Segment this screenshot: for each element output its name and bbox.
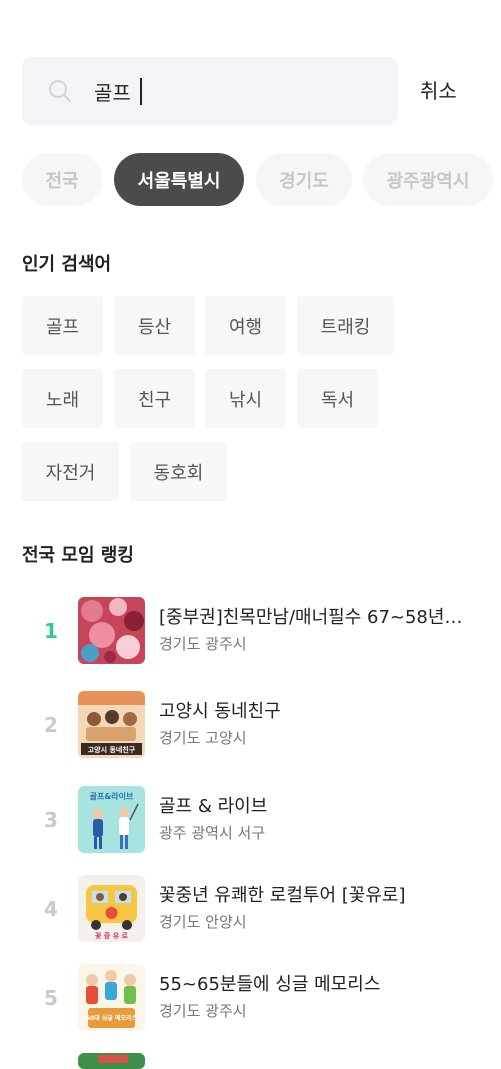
thumbnail-caption: 60대 싱글 메모리스 bbox=[86, 1014, 138, 1022]
rank-number: 2 bbox=[44, 713, 58, 737]
popular-search-title: 인기 검색어 bbox=[22, 254, 112, 275]
group-thumbnail bbox=[78, 597, 145, 664]
rank-number: 1 bbox=[44, 619, 58, 643]
region-chip-gwangju[interactable]: 광주광역시 bbox=[363, 153, 493, 206]
search-row: 취소 bbox=[22, 57, 482, 125]
ranking-item[interactable]: 3 골프&라이브 골프 & 라이브 광주 광역시 서구 bbox=[22, 786, 482, 854]
group-thumbnail: 60대 싱글 메모리스 bbox=[78, 964, 145, 1031]
search-icon bbox=[49, 80, 71, 102]
keyword-chip[interactable]: 여행 bbox=[205, 296, 286, 355]
search-box[interactable] bbox=[22, 57, 398, 125]
rank-number: 5 bbox=[44, 986, 58, 1010]
rank-number: 3 bbox=[44, 808, 58, 832]
ranking-item-title: 고양시 동네친구 bbox=[159, 701, 281, 722]
keyword-chip[interactable]: 독서 bbox=[297, 369, 378, 428]
thumbnail-caption: 꽃 중 유 로 bbox=[95, 931, 129, 940]
group-thumbnail bbox=[78, 1053, 145, 1069]
ranking-item-title: [중부권]친목만남/매너필수 67~58년생... bbox=[159, 607, 469, 628]
ranking-item-location: 광주 광역시 서구 bbox=[159, 824, 266, 842]
thumbnail-caption: 골프&라이브 bbox=[90, 791, 134, 801]
ranking-item[interactable]: 4 꽃 중 유 로 꽃중년 유쾌한 로컬투어 [꽃유로] 경기도 안양시 bbox=[22, 875, 482, 943]
keyword-chip[interactable]: 트래킹 bbox=[297, 296, 394, 355]
keyword-chip[interactable]: 등산 bbox=[114, 296, 195, 355]
ranking-item-partial[interactable] bbox=[22, 1053, 482, 1069]
ranking-item[interactable]: 5 60대 싱글 메모리스 55~65분들에 싱글 메모리스 경기도 광주시 bbox=[22, 964, 482, 1032]
region-chip-gyeonggi[interactable]: 경기도 bbox=[256, 153, 352, 206]
ranking-item-title: 골프 & 라이브 bbox=[159, 796, 268, 817]
keyword-chip[interactable]: 노래 bbox=[22, 369, 103, 428]
region-chip-all[interactable]: 전국 bbox=[22, 153, 102, 206]
text-caret bbox=[140, 78, 142, 105]
thumbnail-caption: 고양시 동네친구 bbox=[88, 745, 136, 754]
keyword-chip[interactable]: 친구 bbox=[114, 369, 195, 428]
ranking-title: 전국 모임 랭킹 bbox=[22, 545, 134, 566]
ranking-item-title: 55~65분들에 싱글 메모리스 bbox=[159, 974, 381, 995]
keyword-chip[interactable]: 골프 bbox=[22, 296, 103, 355]
group-thumbnail: 꽃 중 유 로 bbox=[78, 875, 145, 942]
cancel-button[interactable]: 취소 bbox=[420, 75, 457, 104]
ranking-item-location: 경기도 광주시 bbox=[159, 1002, 247, 1020]
ranking-item[interactable]: 1 [중부권]친목만남/매너필수 67~58년생... 경기도 광주시 bbox=[22, 597, 482, 665]
keyword-chip[interactable]: 동호회 bbox=[130, 442, 227, 501]
group-thumbnail: 골프&라이브 bbox=[78, 786, 145, 853]
rank-number: 4 bbox=[44, 897, 58, 921]
ranking-item[interactable]: 2 고양시 동네친구 고양시 동네친구 경기도 고양시 bbox=[22, 691, 482, 759]
keyword-chip[interactable]: 낚시 bbox=[205, 369, 286, 428]
region-chip-seoul[interactable]: 서울특별시 bbox=[114, 153, 244, 206]
ranking-item-location: 경기도 고양시 bbox=[159, 729, 247, 747]
ranking-item-location: 경기도 광주시 bbox=[159, 635, 247, 653]
keyword-chip[interactable]: 자전거 bbox=[22, 442, 119, 501]
ranking-item-title: 꽃중년 유쾌한 로컬투어 [꽃유로] bbox=[159, 885, 406, 906]
group-thumbnail: 고양시 동네친구 bbox=[78, 691, 145, 758]
search-input[interactable] bbox=[94, 75, 354, 107]
ranking-item-location: 경기도 안양시 bbox=[159, 913, 247, 931]
